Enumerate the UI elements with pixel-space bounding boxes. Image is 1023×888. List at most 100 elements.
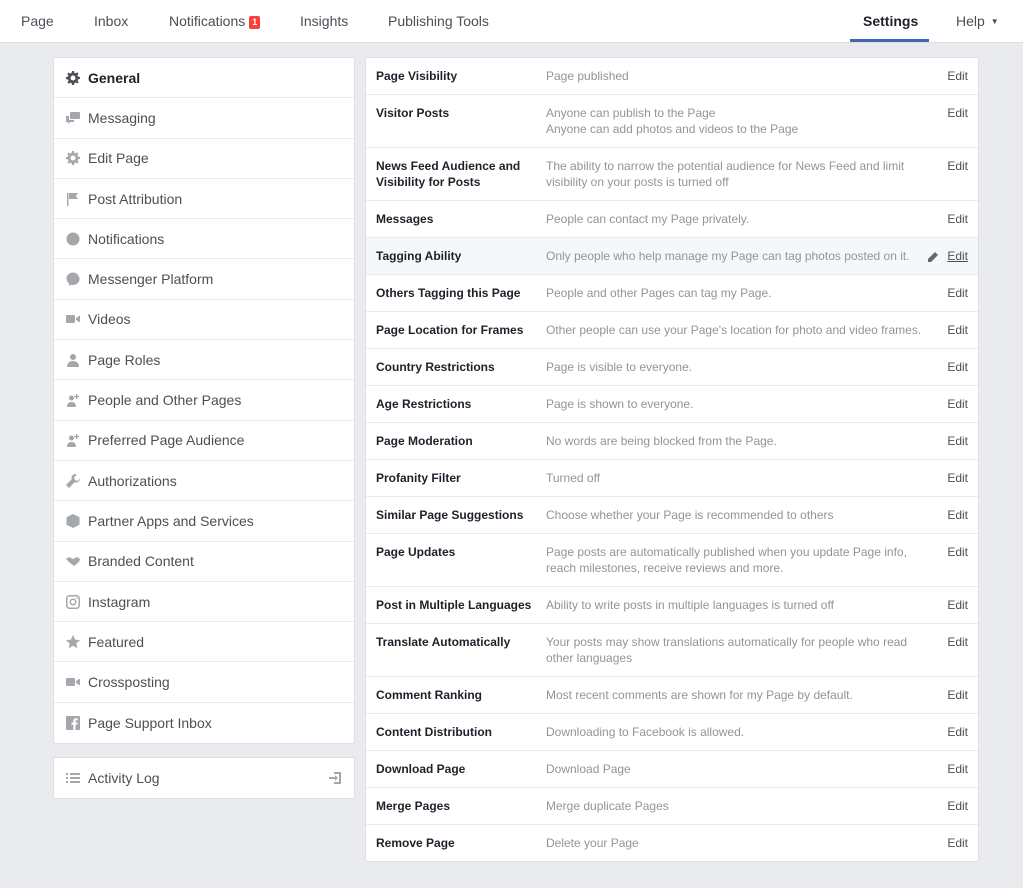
setting-name: Others Tagging this Page — [376, 286, 521, 300]
setting-row-visitor-posts[interactable]: Visitor Posts Anyone can publish to the P… — [366, 95, 978, 148]
edit-link[interactable]: Edit — [947, 634, 968, 650]
sidebar-item-general[interactable]: General — [54, 58, 354, 99]
edit-link[interactable]: Edit — [947, 687, 968, 703]
setting-description-line: Anyone can add photos and videos to the … — [546, 122, 799, 136]
nav-help-label: Help — [956, 13, 985, 29]
flag-icon — [65, 191, 81, 207]
edit-link[interactable]: Edit — [947, 396, 968, 412]
setting-row-news-feed-audience-and-visibility-for-posts[interactable]: News Feed Audience and Visibility for Po… — [366, 148, 978, 201]
nav-publishing-tools[interactable]: Publishing Tools — [388, 0, 489, 43]
sidebar-item-partner-apps-and-services[interactable]: Partner Apps and Services — [54, 501, 354, 542]
setting-row-merge-pages[interactable]: Merge Pages Merge duplicate Pages Edit — [366, 788, 978, 825]
setting-row-comment-ranking[interactable]: Comment Ranking Most recent comments are … — [366, 677, 978, 714]
nav-page[interactable]: Page — [21, 0, 54, 43]
setting-description: Page published — [546, 68, 926, 84]
edit-link[interactable]: Edit — [947, 835, 968, 851]
edit-link[interactable]: Edit — [947, 470, 968, 486]
setting-description-line: Page is shown to everyone. — [546, 397, 694, 411]
edit-link[interactable]: Edit — [947, 322, 968, 338]
edit-link[interactable]: Edit — [947, 285, 968, 301]
nav-help[interactable]: Help ▼ — [956, 0, 999, 43]
setting-row-messages[interactable]: Messages People can contact my Page priva… — [366, 201, 978, 238]
setting-description: Downloading to Facebook is allowed. — [546, 724, 926, 740]
setting-description: People can contact my Page privately. — [546, 211, 926, 227]
edit-link[interactable]: Edit — [947, 68, 968, 84]
setting-description: Page is visible to everyone. — [546, 359, 926, 375]
edit-link[interactable]: Edit — [947, 507, 968, 523]
setting-row-download-page[interactable]: Download Page Download Page Edit — [366, 751, 978, 788]
edit-link[interactable]: Edit — [947, 798, 968, 814]
setting-row-post-in-multiple-languages[interactable]: Post in Multiple Languages Ability to wri… — [366, 587, 978, 624]
sidebar-item-label: Messenger Platform — [88, 271, 214, 288]
sidebar-item-authorizations[interactable]: Authorizations — [54, 461, 354, 502]
activity-log-button[interactable]: Activity Log — [53, 757, 355, 799]
edit-link[interactable]: Edit — [947, 248, 968, 264]
instagram-icon — [65, 594, 81, 610]
sidebar-item-label: Videos — [88, 311, 131, 328]
sidebar-item-label: People and Other Pages — [88, 392, 242, 409]
sidebar-item-label: Branded Content — [88, 553, 194, 570]
sidebar-item-preferred-page-audience[interactable]: Preferred Page Audience — [54, 421, 354, 461]
nav-notifications[interactable]: Notifications 1 — [169, 0, 261, 43]
edit-link[interactable]: Edit — [947, 597, 968, 613]
setting-row-page-moderation[interactable]: Page Moderation No words are being blocke… — [366, 423, 978, 460]
sidebar-item-label: Preferred Page Audience — [88, 432, 245, 449]
sidebar-item-page-support-inbox[interactable]: Page Support Inbox — [54, 703, 354, 743]
sidebar-item-label: Partner Apps and Services — [88, 512, 254, 529]
setting-description: Most recent comments are shown for my Pa… — [546, 687, 926, 703]
setting-row-age-restrictions[interactable]: Age Restrictions Page is shown to everyon… — [366, 386, 978, 423]
setting-row-profanity-filter[interactable]: Profanity Filter Turned off Edit — [366, 460, 978, 497]
setting-row-page-location-for-frames[interactable]: Page Location for Frames Other people can… — [366, 312, 978, 349]
setting-description: No words are being blocked from the Page… — [546, 433, 926, 449]
edit-link[interactable]: Edit — [947, 761, 968, 777]
setting-description: Other people can use your Page's locatio… — [546, 322, 926, 338]
top-nav-bar: Page Inbox Notifications 1 Insights Publi… — [0, 0, 1023, 43]
setting-row-translate-automatically[interactable]: Translate Automatically Your posts may sh… — [366, 624, 978, 677]
setting-row-similar-page-suggestions[interactable]: Similar Page Suggestions Choose whether y… — [366, 497, 978, 534]
edit-link[interactable]: Edit — [947, 359, 968, 375]
nav-insights[interactable]: Insights — [300, 0, 348, 43]
setting-description: Turned off — [546, 470, 926, 486]
setting-row-remove-page[interactable]: Remove Page Delete your Page Edit — [366, 825, 978, 861]
edit-link[interactable]: Edit — [947, 724, 968, 740]
edit-link[interactable]: Edit — [947, 211, 968, 227]
sidebar-item-edit-page[interactable]: Edit Page — [54, 139, 354, 179]
setting-row-others-tagging-this-page[interactable]: Others Tagging this Page People and other… — [366, 275, 978, 312]
sidebar-item-messaging[interactable]: Messaging — [54, 98, 354, 139]
sidebar-item-notifications[interactable]: Notifications — [54, 219, 354, 260]
sidebar-item-label: Page Roles — [88, 351, 161, 368]
edit-link[interactable]: Edit — [947, 544, 968, 560]
edit-link[interactable]: Edit — [947, 433, 968, 449]
sidebar-item-post-attribution[interactable]: Post Attribution — [54, 179, 354, 220]
sidebar-item-branded-content[interactable]: Branded Content — [54, 542, 354, 582]
setting-name: Country Restrictions — [376, 360, 495, 374]
setting-row-page-visibility[interactable]: Page Visibility Page published Edit — [366, 58, 978, 95]
sidebar-item-page-roles[interactable]: Page Roles — [54, 340, 354, 381]
nav-settings[interactable]: Settings — [863, 0, 918, 43]
sidebar-item-crossposting[interactable]: Crossposting — [54, 662, 354, 703]
wrench-icon — [65, 473, 81, 489]
sidebar-item-label: Notifications — [88, 230, 165, 247]
sidebar-item-videos[interactable]: Videos — [54, 300, 354, 341]
gear-icon — [65, 70, 81, 86]
edit-link[interactable]: Edit — [947, 105, 968, 121]
setting-row-content-distribution[interactable]: Content Distribution Downloading to Faceb… — [366, 714, 978, 751]
nav-inbox[interactable]: Inbox — [94, 0, 128, 43]
setting-description: Ability to write posts in multiple langu… — [546, 597, 926, 613]
edit-link[interactable]: Edit — [947, 158, 968, 174]
setting-row-tagging-ability[interactable]: Tagging Ability Only people who help mana… — [366, 238, 978, 275]
setting-description-line: Page posts are automatically published w… — [546, 545, 907, 575]
setting-row-page-updates[interactable]: Page Updates Page posts are automatically… — [366, 534, 978, 587]
sidebar-item-people-and-other-pages[interactable]: People and Other Pages — [54, 380, 354, 421]
setting-description-line: Downloading to Facebook is allowed. — [546, 725, 745, 739]
sidebar-item-messenger-platform[interactable]: Messenger Platform — [54, 259, 354, 300]
sidebar-item-featured[interactable]: Featured — [54, 622, 354, 663]
sidebar-item-instagram[interactable]: Instagram — [54, 582, 354, 623]
setting-description-line: Ability to write posts in multiple langu… — [546, 598, 834, 612]
setting-description: Only people who help manage my Page can … — [546, 248, 926, 264]
setting-name: Post in Multiple Languages — [376, 598, 532, 612]
setting-description-line: Your posts may show translations automat… — [546, 635, 908, 665]
sidebar-item-label: Authorizations — [88, 472, 177, 489]
setting-row-country-restrictions[interactable]: Country Restrictions Page is visible to e… — [366, 349, 978, 386]
setting-description: Delete your Page — [546, 835, 926, 851]
